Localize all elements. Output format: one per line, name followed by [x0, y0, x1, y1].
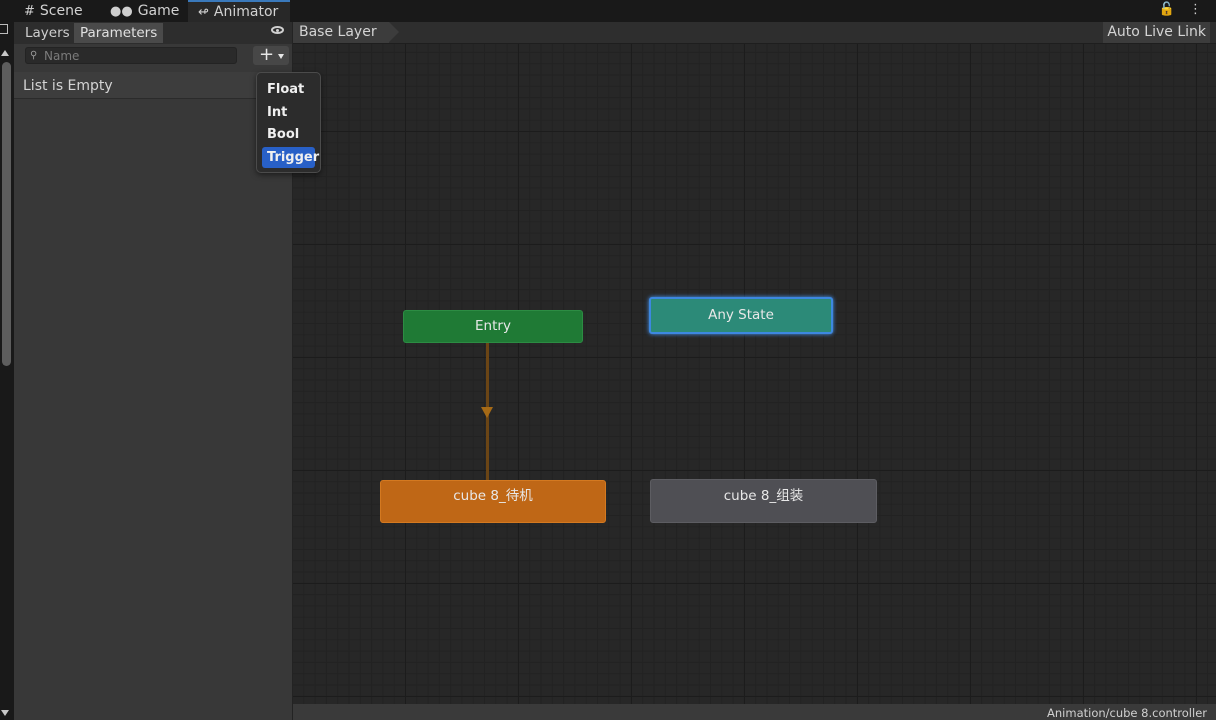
tab-parameters[interactable]: Parameters	[74, 23, 164, 43]
breadcrumb-base-layer[interactable]: Base Layer	[293, 22, 399, 43]
scrollbar-thumb[interactable]	[2, 62, 11, 366]
state-cube-8-assemble[interactable]: cube 8_组装	[650, 479, 877, 523]
lock-icon[interactable]: 🔓	[1159, 2, 1175, 17]
breadcrumb: Base Layer Auto Live Link	[293, 22, 1216, 44]
menu-item-int[interactable]: Int	[262, 102, 315, 123]
menu-item-float[interactable]: Float	[262, 79, 315, 100]
state-entry[interactable]: Entry	[403, 310, 583, 343]
panel-tabs: Layers Parameters	[14, 22, 292, 44]
parameters-panel: Layers Parameters ⚲ + List is Empty	[14, 22, 292, 720]
search-icon: ⚲	[30, 50, 38, 61]
search-field[interactable]: ⚲	[25, 47, 237, 64]
scroll-down-arrow-icon[interactable]	[1, 710, 9, 716]
animator-icon: ↫	[198, 5, 209, 20]
parameter-list: List is Empty	[14, 72, 292, 99]
window-tab-bar: # Scene ●● Game ↫ Animator 🔓 ⋮	[14, 0, 1216, 22]
tab-animator[interactable]: ↫ Animator	[188, 0, 290, 22]
tab-scene[interactable]: # Scene	[24, 0, 83, 22]
transition-arrow-icon	[481, 407, 493, 418]
kebab-icon[interactable]: ⋮	[1189, 2, 1202, 17]
search-input[interactable]	[44, 48, 232, 63]
tab-game[interactable]: ●● Game	[110, 0, 179, 22]
controller-path: Animation/cube 8.controller	[1047, 706, 1207, 720]
menu-item-bool[interactable]: Bool	[262, 124, 315, 145]
state-machine-graph[interactable]	[293, 44, 1216, 704]
status-bar: Animation/cube 8.controller	[293, 704, 1216, 720]
eye-icon[interactable]	[271, 26, 284, 34]
gamepad-icon: ●●	[110, 4, 133, 19]
scroll-up-arrow-icon[interactable]	[1, 50, 9, 56]
chevron-down-icon	[278, 54, 284, 59]
panel-icon[interactable]	[0, 24, 8, 34]
list-empty-label: List is Empty	[23, 78, 113, 94]
menu-item-trigger[interactable]: Trigger	[262, 147, 319, 168]
tab-layers[interactable]: Layers	[19, 23, 76, 43]
tabbar-controls: 🔓 ⋮	[1149, 2, 1202, 17]
state-any-state[interactable]: Any State	[649, 297, 833, 334]
plus-icon: +	[259, 44, 275, 65]
add-parameter-button[interactable]: +	[253, 46, 289, 65]
search-row: ⚲ +	[14, 44, 292, 68]
state-cube-8-idle[interactable]: cube 8_待机	[380, 480, 606, 523]
hash-icon: #	[24, 4, 35, 19]
auto-live-link-button[interactable]: Auto Live Link	[1103, 22, 1210, 43]
parameter-type-dropdown: Float Int Bool Trigger	[256, 72, 321, 173]
left-strip	[0, 0, 14, 720]
